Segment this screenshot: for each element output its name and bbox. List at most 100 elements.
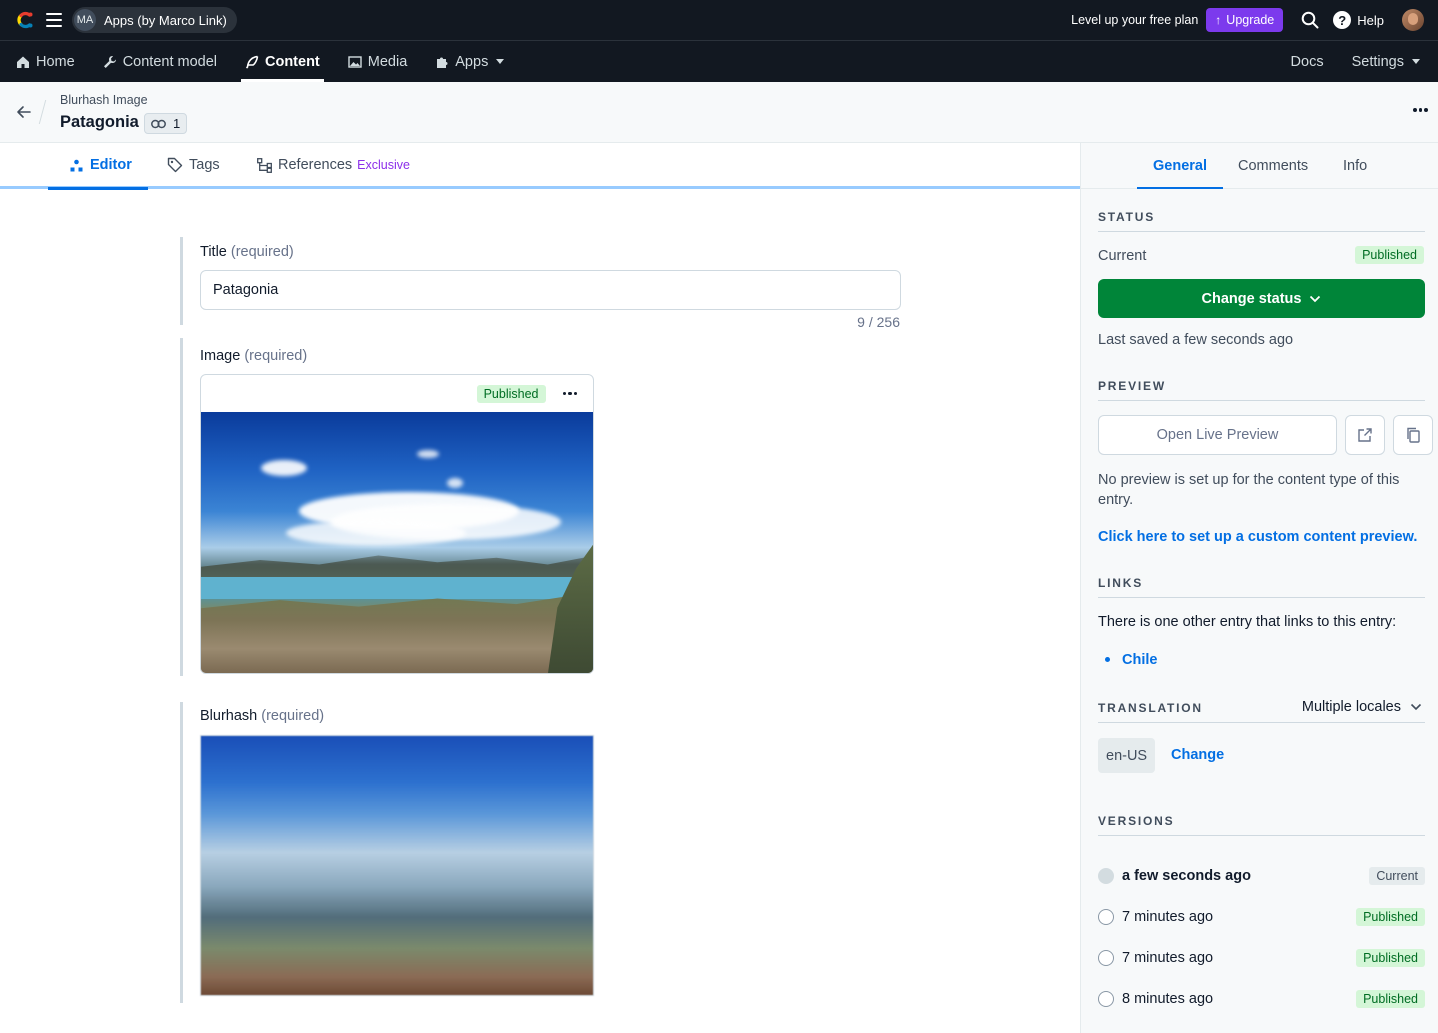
nav-apps-label: Apps [455, 53, 489, 70]
sidebar-tabs: General Comments Info [1081, 143, 1438, 189]
more-actions-icon[interactable] [1413, 108, 1428, 112]
open-external-button[interactable] [1345, 415, 1385, 455]
copy-button[interactable] [1393, 415, 1433, 455]
version-row[interactable]: a few seconds ago Current [1098, 865, 1425, 887]
links-count-badge[interactable]: 1 [144, 113, 188, 134]
preview-note: No preview is set up for the content typ… [1098, 472, 1400, 508]
home-icon [17, 56, 29, 68]
menu-icon[interactable] [46, 13, 62, 27]
current-label: Current [1098, 248, 1147, 264]
required-hint: (required) [261, 708, 325, 724]
header-divider [38, 100, 47, 124]
asset-card[interactable]: Published [200, 374, 594, 674]
locale-mode-select[interactable]: Multiple locales [1302, 699, 1422, 715]
entry-sidebar: General Comments Info STATUS Current Pub… [1080, 143, 1438, 1033]
nav-docs-label: Docs [1290, 53, 1324, 70]
upgrade-button[interactable]: ↑ Upgrade [1206, 8, 1284, 32]
nav-content[interactable]: Content [241, 41, 324, 82]
nav-content-model-label: Content model [122, 53, 217, 70]
radio-icon[interactable] [1098, 909, 1114, 925]
version-badge: Published [1356, 908, 1425, 926]
asset-image[interactable] [201, 412, 593, 673]
version-row[interactable]: 7 minutes ago Published [1098, 906, 1425, 928]
field-title-name: Title [200, 244, 227, 260]
tag-icon [167, 157, 183, 173]
caret-down-icon [1412, 59, 1420, 64]
linked-entry-link[interactable]: Chile [1122, 652, 1157, 668]
tab-comments[interactable]: Comments [1238, 143, 1308, 188]
contentful-logo-icon[interactable] [14, 9, 36, 31]
tab-general[interactable]: General [1137, 143, 1223, 189]
preview-actions: Open Live Preview [1098, 415, 1433, 455]
title-input[interactable]: Patagonia [200, 270, 901, 310]
field-image-label: Image (required) [200, 338, 594, 364]
caret-down-icon [496, 59, 505, 64]
top-bar: MA Apps (by Marco Link) Level up your fr… [0, 0, 1438, 41]
change-status-button[interactable]: Change status [1098, 279, 1425, 318]
tab-references-label: References [278, 157, 353, 173]
help-icon[interactable]: ? [1333, 11, 1352, 29]
wrench-icon [103, 55, 116, 68]
search-icon[interactable] [1301, 11, 1319, 29]
tab-references[interactable]: References Exclusive [257, 143, 410, 187]
tab-editor[interactable]: Editor [48, 143, 148, 190]
user-avatar[interactable] [1402, 9, 1424, 31]
open-live-preview-button[interactable]: Open Live Preview [1098, 415, 1337, 455]
nav-settings[interactable]: Settings [1348, 41, 1424, 82]
nav-docs[interactable]: Docs [1287, 41, 1328, 82]
asset-card-header: Published [201, 375, 593, 412]
field-image-name: Image [200, 348, 241, 364]
versions-section-title: VERSIONS [1098, 814, 1425, 836]
external-link-icon [1358, 428, 1372, 442]
radio-icon[interactable] [1098, 950, 1114, 966]
image-icon [348, 55, 362, 68]
version-badge: Published [1356, 990, 1425, 1008]
char-counter: 9 / 256 [857, 314, 900, 330]
field-blurhash-name: Blurhash [200, 708, 258, 724]
version-row[interactable]: 7 minutes ago Published [1098, 947, 1425, 969]
more-actions-icon[interactable] [562, 391, 577, 396]
chevron-down-icon [1410, 703, 1422, 711]
space-name: Apps (by Marco Link) [104, 12, 227, 28]
arrow-back-icon[interactable] [14, 102, 34, 122]
change-locale-link[interactable]: Change [1171, 747, 1224, 763]
change-status-label: Change status [1201, 290, 1302, 307]
tab-editor-label: Editor [90, 157, 132, 173]
nav-home[interactable]: Home [12, 41, 79, 82]
setup-preview-link[interactable]: Click here to set up a custom content pr… [1098, 529, 1417, 545]
version-row[interactable]: 8 minutes ago Published [1098, 988, 1425, 1010]
feather-icon [245, 55, 259, 69]
exclusive-badge: Exclusive [357, 158, 410, 172]
blurhash-image [200, 735, 594, 996]
status-badge: Published [1355, 246, 1424, 264]
references-icon [257, 157, 272, 173]
version-time: 7 minutes ago [1122, 909, 1214, 925]
space-avatar: MA [74, 9, 96, 31]
tab-tags-label: Tags [189, 157, 220, 173]
help-link[interactable]: Help [1357, 13, 1384, 28]
locale-mode-value: Multiple locales [1301, 699, 1401, 715]
nav-media[interactable]: Media [344, 41, 412, 82]
levelup-text: Level up your free plan [1071, 13, 1199, 27]
tab-info[interactable]: Info [1343, 143, 1367, 188]
nav-content-model[interactable]: Content model [99, 41, 221, 82]
field-blurhash: Blurhash (required) [180, 702, 594, 1003]
field-title: Title (required) Patagonia 9 / 256 [180, 237, 901, 330]
radio-icon[interactable] [1098, 868, 1114, 884]
space-switcher[interactable]: MA Apps (by Marco Link) [72, 7, 237, 33]
version-badge: Published [1356, 949, 1425, 967]
content-type-name: Blurhash Image [60, 93, 148, 107]
tab-tags[interactable]: Tags [167, 143, 220, 187]
editor-tabs: Editor Tags References Exclusive [0, 143, 1080, 190]
locale-chip: en-US [1098, 738, 1156, 773]
links-section-title: LINKS [1098, 576, 1425, 598]
nav-settings-label: Settings [1351, 53, 1404, 70]
radio-icon[interactable] [1098, 991, 1114, 1007]
preview-section-title: PREVIEW [1098, 379, 1425, 401]
title-input-value: Patagonia [213, 282, 279, 298]
links-count: 1 [173, 116, 181, 131]
main-nav: Home Content model Content Media Apps Do… [0, 41, 1438, 82]
nav-apps[interactable]: Apps [431, 41, 508, 82]
required-hint: (required) [244, 348, 308, 364]
field-image: Image (required) Published [180, 338, 594, 676]
